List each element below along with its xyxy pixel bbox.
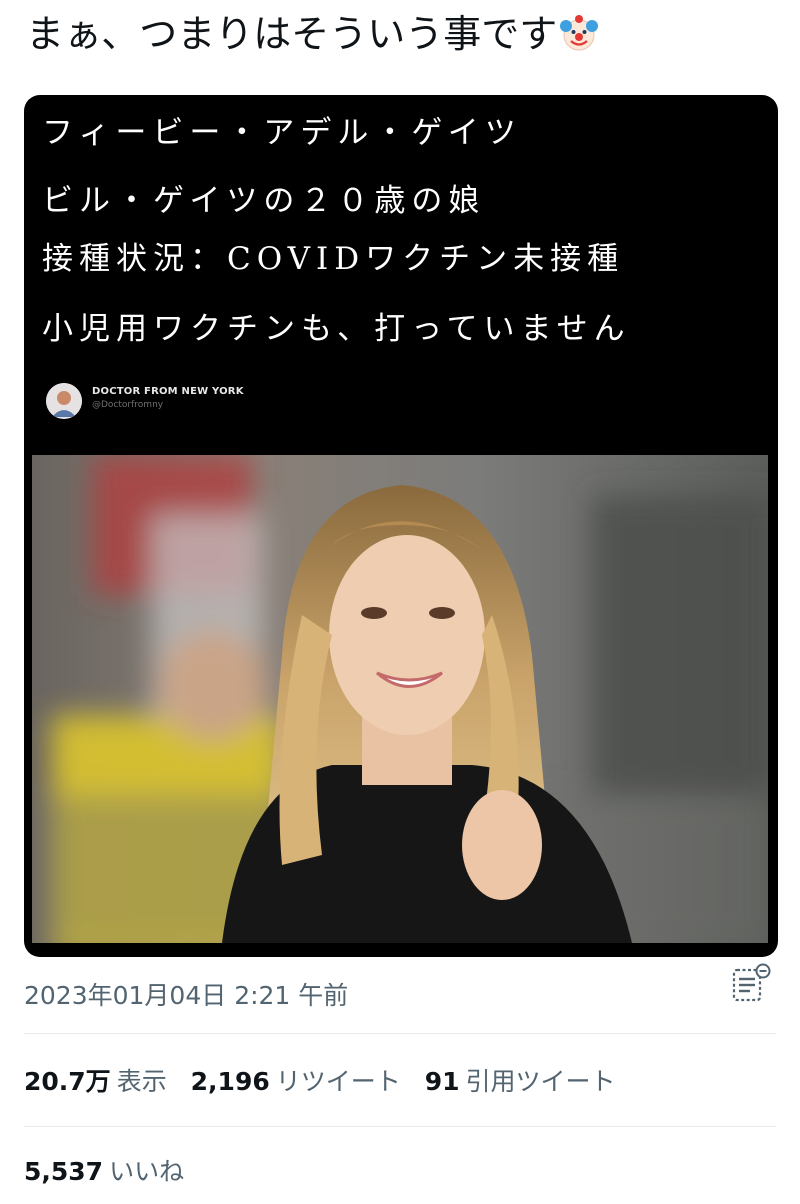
clown-face-icon xyxy=(559,13,599,66)
views-stat[interactable]: 20.7万 表示 xyxy=(24,1062,167,1098)
tweet-text: まぁ、つまりはそういう事です xyxy=(26,8,599,66)
retweets-stat[interactable]: 2,196 リツイート xyxy=(191,1062,401,1098)
caption-line-4: 小児用ワクチンも、打っていません xyxy=(42,311,631,347)
analytics-icon[interactable] xyxy=(728,962,772,1008)
source-avatar xyxy=(46,383,82,419)
source-handle: @Doctorfromny xyxy=(92,400,164,410)
likes-label: いいね xyxy=(109,1157,185,1186)
caption-line-3: 接種状況：COVIDワクチン未接種 xyxy=(42,241,625,277)
tweet-timestamp[interactable]: 2023年01月04日 2:21 午前 xyxy=(24,976,348,1012)
caption-line-1: フィービー・アデル・ゲイツ xyxy=(42,115,522,151)
views-label: 表示 xyxy=(116,1067,167,1096)
views-count: 20.7万 xyxy=(24,1067,111,1096)
source-name: DOCTOR FROM NEW YORK xyxy=(92,386,244,397)
retweets-label: リツイート xyxy=(275,1067,401,1096)
quotes-label: 引用ツイート xyxy=(465,1067,616,1096)
engagement-stats: 20.7万 表示 2,196 リツイート 91 引用ツイート xyxy=(24,1062,632,1098)
quotes-count: 91 xyxy=(424,1067,460,1096)
likes-stat[interactable]: 5,537 いいね xyxy=(24,1152,184,1188)
divider xyxy=(24,1033,776,1034)
portrait-photo xyxy=(32,455,768,943)
caption-line-2: ビル・ゲイツの２０歳の娘 xyxy=(42,183,486,219)
quotes-stat[interactable]: 91 引用ツイート xyxy=(425,1062,616,1098)
tweet-text-body: まぁ、つまりはそういう事です xyxy=(26,12,558,56)
tweet-media-image[interactable]: フィービー・アデル・ゲイツ ビル・ゲイツの２０歳の娘 接種状況：COVIDワクチ… xyxy=(24,95,778,957)
divider xyxy=(24,1126,776,1127)
likes-count: 5,537 xyxy=(24,1157,104,1186)
retweets-count: 2,196 xyxy=(190,1067,270,1096)
